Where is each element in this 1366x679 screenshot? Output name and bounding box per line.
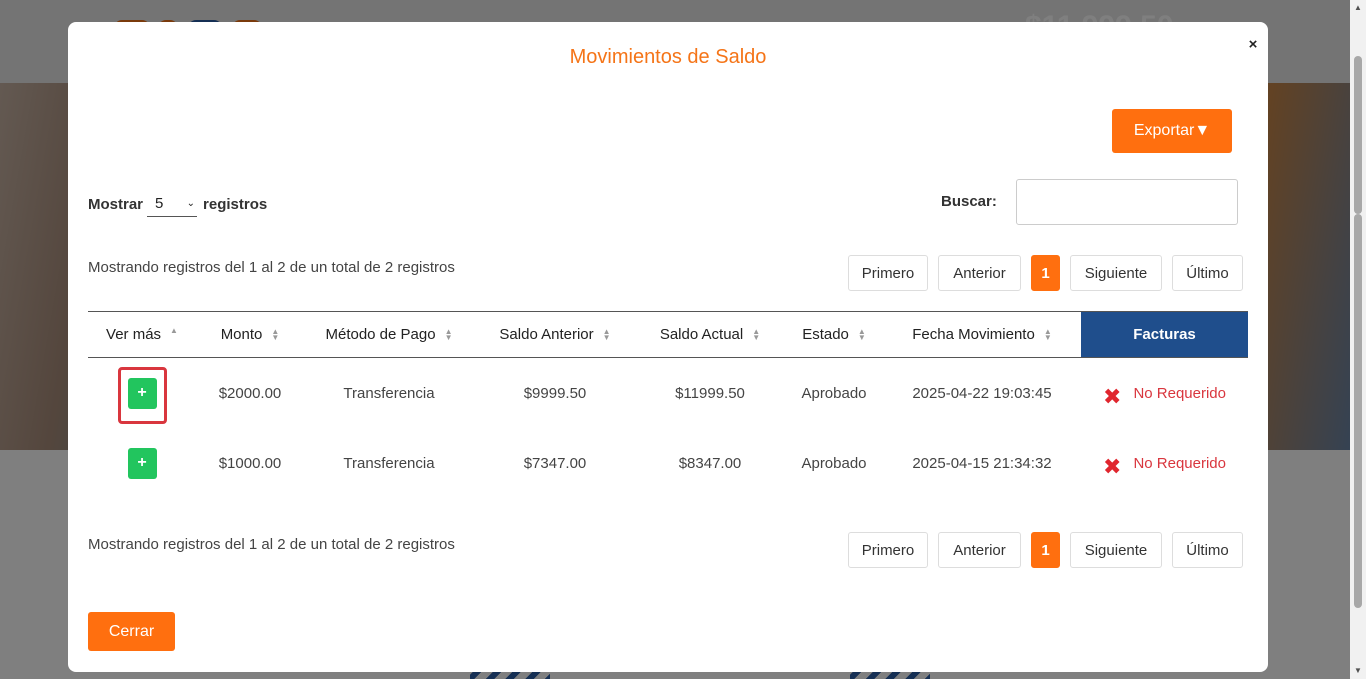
page-1-button[interactable]: 1 bbox=[1031, 255, 1060, 291]
sort-icon: ▲ ▼ bbox=[1043, 326, 1052, 342]
search-label: Buscar: bbox=[941, 193, 997, 210]
column-saldo-actual[interactable]: Saldo Actual ▲ ▼ bbox=[636, 312, 784, 357]
last-page-button[interactable]: Último bbox=[1172, 255, 1243, 291]
balance-movements-modal: Movimientos de Saldo × Exportar▼ Mostrar… bbox=[68, 22, 1268, 672]
column-label: Estado bbox=[802, 326, 849, 343]
column-label: Saldo Anterior bbox=[499, 326, 594, 343]
page-length-control: Mostrar 5 ⌄ registros bbox=[88, 190, 267, 218]
modal-title: Movimientos de Saldo bbox=[569, 46, 767, 68]
cell-fecha: 2025-04-15 21:34:32 bbox=[912, 454, 1052, 472]
column-fecha-movimiento[interactable]: Fecha Movimiento ▲ ▼ bbox=[884, 312, 1080, 357]
scroll-thumb-lower[interactable] bbox=[1354, 214, 1362, 608]
column-saldo-anterior[interactable]: Saldo Anterior ▲ ▼ bbox=[474, 312, 636, 357]
column-label: Ver más bbox=[106, 326, 162, 343]
scroll-down-arrow-icon[interactable]: ▼ bbox=[1350, 663, 1366, 679]
first-page-button[interactable]: Primero bbox=[848, 255, 928, 291]
sort-icon: ▲ ▼ bbox=[602, 326, 611, 342]
facturas-status: No Requerido bbox=[1133, 384, 1226, 402]
first-page-button[interactable]: Primero bbox=[848, 532, 928, 568]
x-icon: ✖ bbox=[1103, 454, 1122, 479]
column-label: Fecha Movimiento bbox=[912, 326, 1035, 343]
expand-row-button[interactable]: + bbox=[127, 447, 157, 479]
length-label-after: registros bbox=[203, 195, 268, 213]
table-row: + $1000.00 Transferencia $7347.00 $8347.… bbox=[88, 428, 1248, 498]
page-length-value: 5 bbox=[155, 195, 164, 212]
cell-estado: Aprobado bbox=[801, 384, 867, 402]
cell-fecha: 2025-04-22 19:03:45 bbox=[912, 384, 1052, 402]
facturas-status: No Requerido bbox=[1133, 454, 1226, 472]
sort-icon: ▲ ▼ bbox=[444, 326, 453, 342]
column-label: Saldo Actual bbox=[659, 326, 744, 343]
scroll-up-arrow-icon[interactable]: ▲ bbox=[1350, 0, 1366, 16]
cell-metodo-pago: Transferencia bbox=[343, 454, 435, 472]
table-info-top: Mostrando registros del 1 al 2 de un tot… bbox=[88, 259, 455, 276]
column-label: Monto bbox=[220, 326, 263, 343]
cell-saldo-actual: $11999.50 bbox=[675, 384, 745, 402]
pagination-bottom: Primero Anterior 1 Siguiente Último bbox=[848, 532, 1253, 568]
column-ver-mas[interactable]: Ver más ▲ bbox=[88, 312, 196, 357]
page-scrollbar[interactable]: ▲ ▼ bbox=[1350, 0, 1366, 679]
cell-saldo-anterior: $7347.00 bbox=[523, 454, 587, 472]
column-metodo-pago[interactable]: Método de Pago ▲ ▼ bbox=[304, 312, 474, 357]
cell-metodo-pago: Transferencia bbox=[343, 384, 435, 402]
x-icon: ✖ bbox=[1103, 384, 1122, 409]
chevron-down-icon: ⌄ bbox=[186, 198, 196, 209]
column-monto[interactable]: Monto ▲ ▼ bbox=[196, 312, 304, 357]
sort-asc-icon: ▲ bbox=[170, 325, 178, 335]
column-facturas: Facturas bbox=[1081, 312, 1248, 357]
sort-icon: ▲ ▼ bbox=[752, 326, 761, 342]
cell-ver-mas: + bbox=[88, 428, 196, 498]
cell-saldo-anterior: $9999.50 bbox=[523, 384, 587, 402]
scroll-thumb[interactable] bbox=[1354, 56, 1362, 214]
last-page-button[interactable]: Último bbox=[1172, 532, 1243, 568]
close-icon[interactable]: × bbox=[1245, 36, 1261, 54]
page-length-select[interactable]: 5 ⌄ bbox=[147, 191, 198, 217]
previous-page-button[interactable]: Anterior bbox=[938, 255, 1021, 291]
page-1-button[interactable]: 1 bbox=[1031, 532, 1060, 568]
movements-table: Ver más ▲ Monto ▲ ▼ Método de Pago ▲ ▼ Sal… bbox=[88, 311, 1248, 498]
cell-facturas: ✖ No Requerido bbox=[1081, 428, 1248, 498]
pagination-top: Primero Anterior 1 Siguiente Último bbox=[848, 255, 1253, 291]
cell-monto: $2000.00 bbox=[218, 384, 282, 402]
sort-icon: ▲ ▼ bbox=[271, 326, 280, 342]
cell-facturas: ✖ No Requerido bbox=[1081, 358, 1248, 428]
table-info-bottom: Mostrando registros del 1 al 2 de un tot… bbox=[88, 536, 455, 553]
length-label-before: Mostrar bbox=[88, 195, 144, 213]
cell-estado: Aprobado bbox=[801, 454, 867, 472]
column-label: Método de Pago bbox=[325, 326, 436, 343]
table-header: Ver más ▲ Monto ▲ ▼ Método de Pago ▲ ▼ Sal… bbox=[88, 311, 1248, 358]
highlight-box bbox=[118, 367, 167, 424]
table-row: + $2000.00 Transferencia $9999.50 $11999… bbox=[88, 358, 1248, 428]
cell-saldo-actual: $8347.00 bbox=[678, 454, 742, 472]
column-estado[interactable]: Estado ▲ ▼ bbox=[784, 312, 884, 357]
next-page-button[interactable]: Siguiente bbox=[1070, 532, 1162, 568]
export-button[interactable]: Exportar▼ bbox=[1112, 109, 1232, 153]
cell-monto: $1000.00 bbox=[218, 454, 282, 472]
next-page-button[interactable]: Siguiente bbox=[1070, 255, 1162, 291]
search-input[interactable] bbox=[1016, 179, 1238, 225]
sort-icon: ▲ ▼ bbox=[857, 326, 866, 342]
close-button[interactable]: Cerrar bbox=[88, 612, 175, 651]
previous-page-button[interactable]: Anterior bbox=[938, 532, 1021, 568]
